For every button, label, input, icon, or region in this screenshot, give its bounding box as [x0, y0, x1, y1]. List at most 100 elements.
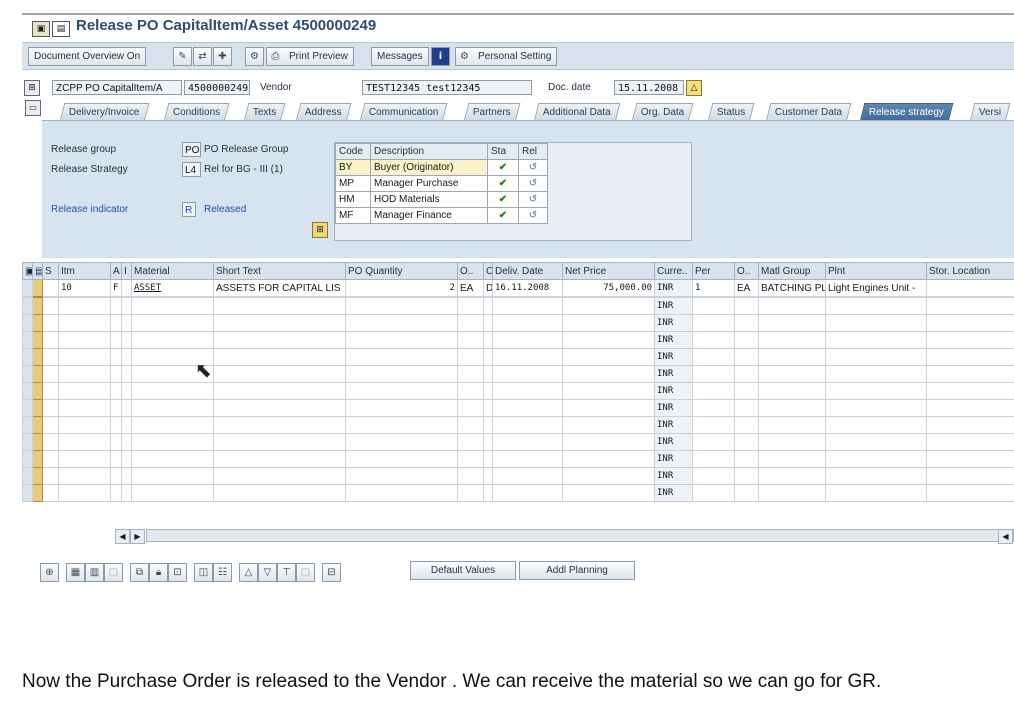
sap-menu-icon[interactable]: ▣: [32, 21, 50, 37]
layout-icon[interactable]: ⊟: [322, 563, 341, 582]
table-row[interactable]: INR: [22, 416, 1014, 434]
unlock-icon[interactable]: ⊡: [168, 563, 187, 582]
row-selector[interactable]: [32, 382, 43, 400]
filter-icon[interactable]: ▽: [258, 563, 277, 582]
table-row[interactable]: INR: [22, 331, 1014, 349]
release-strategy-code[interactable]: L4: [182, 162, 201, 177]
personal-setting-icon[interactable]: ⚙: [455, 47, 474, 66]
table-row[interactable]: INR: [22, 348, 1014, 366]
col-c[interactable]: C: [483, 262, 494, 280]
table-row[interactable]: INR: [22, 382, 1014, 400]
select-all-rows-icon[interactable]: ▦: [66, 563, 85, 582]
row-selector[interactable]: [32, 416, 43, 434]
vendor-field[interactable]: TEST12345 test12345: [362, 80, 532, 95]
row-selector[interactable]: [32, 348, 43, 366]
row-selector[interactable]: [32, 467, 43, 485]
row-selector[interactable]: [32, 484, 43, 502]
deliv-date-cell[interactable]: 16.11.2008: [492, 279, 564, 297]
row-selector[interactable]: [32, 331, 43, 349]
col-short-text[interactable]: Short Text: [213, 262, 347, 280]
col-order-unit-2[interactable]: O..: [734, 262, 760, 280]
col-description[interactable]: Description: [370, 143, 488, 160]
lock-icon[interactable]: 🔒︎: [149, 563, 168, 582]
col-matl-group[interactable]: Matl Group: [758, 262, 827, 280]
split-icon[interactable]: ◫: [194, 563, 213, 582]
col-per[interactable]: Per: [692, 262, 736, 280]
table-row[interactable]: INR: [22, 484, 1014, 502]
release-icon[interactable]: ↺: [518, 207, 548, 224]
default-values-button[interactable]: Default Values: [410, 561, 516, 580]
quantity-cell[interactable]: 2: [345, 279, 459, 297]
scroll-left-icon[interactable]: ◀: [115, 529, 130, 544]
release-detail-icon[interactable]: ⊞: [312, 222, 328, 238]
col-order-unit[interactable]: O..: [457, 262, 485, 280]
sort-ascending-icon[interactable]: △: [239, 563, 258, 582]
row-selector[interactable]: [32, 399, 43, 417]
col-plant[interactable]: Plnt: [825, 262, 928, 280]
col-a[interactable]: A: [110, 262, 123, 280]
table-row[interactable]: INR: [22, 297, 1014, 315]
info-icon[interactable]: i: [431, 47, 450, 66]
column-config-icon[interactable]: ▤: [32, 262, 43, 280]
item-details-icon[interactable]: ⊕: [40, 563, 59, 582]
select-all-icon[interactable]: ▣: [22, 262, 33, 280]
net-price-cell[interactable]: 75,000.00: [562, 279, 656, 297]
create-icon[interactable]: ✚: [213, 47, 232, 66]
matl-group-cell[interactable]: BATCHING PL: [758, 279, 827, 297]
addl-planning-button[interactable]: Addl Planning: [519, 561, 635, 580]
scroll-end-icon[interactable]: ◀: [998, 529, 1013, 544]
other-document-icon[interactable]: ⇄: [193, 47, 212, 66]
table-row[interactable]: INR: [22, 365, 1014, 383]
stor-location-cell[interactable]: [926, 279, 1014, 297]
deselect-rows-icon[interactable]: ▥: [85, 563, 104, 582]
col-i[interactable]: I: [121, 262, 133, 280]
doc-date-field[interactable]: 15.11.2008: [614, 80, 684, 95]
messages-button[interactable]: Messages: [371, 47, 429, 66]
horizontal-scrollbar[interactable]: [146, 529, 1014, 542]
col-deliv-date[interactable]: Deliv. Date: [492, 262, 564, 280]
release-icon[interactable]: ↺: [518, 159, 548, 176]
grid-layout-icon[interactable]: ☷: [213, 563, 232, 582]
col-po-quantity[interactable]: PO Quantity: [345, 262, 459, 280]
per-cell[interactable]: 1: [692, 279, 736, 297]
delete-row-icon[interactable]: ▢: [104, 563, 123, 582]
release-icon[interactable]: ↺: [518, 191, 548, 208]
release-indicator-code[interactable]: R: [182, 202, 196, 217]
warning-icon[interactable]: △: [686, 80, 702, 96]
row-selector[interactable]: [32, 314, 43, 332]
date-category-cell[interactable]: D: [483, 279, 494, 297]
order-unit-cell[interactable]: EA: [457, 279, 485, 297]
scroll-right-icon[interactable]: ▶: [130, 529, 145, 544]
col-code[interactable]: Code: [335, 143, 371, 160]
table-row[interactable]: INR: [22, 450, 1014, 468]
table-row[interactable]: 10 F ASSET ASSETS FOR CAPITAL LIS 2 EA D…: [22, 279, 1014, 297]
header-collapse-icon[interactable]: ▭: [25, 100, 41, 116]
table-row[interactable]: INR: [22, 314, 1014, 332]
material-cell[interactable]: ASSET: [131, 279, 215, 297]
sort-descending-icon[interactable]: ⊤: [277, 563, 296, 582]
table-row[interactable]: INR: [22, 399, 1014, 417]
row-selector[interactable]: [32, 365, 43, 383]
col-status[interactable]: Sta: [487, 143, 519, 160]
col-net-price[interactable]: Net Price: [562, 262, 656, 280]
col-itm[interactable]: Itm: [57, 262, 112, 280]
release-group-code[interactable]: PO: [182, 142, 201, 157]
plant-cell[interactable]: Light Engines Unit -: [825, 279, 928, 297]
change-display-icon[interactable]: ✎: [173, 47, 192, 66]
row-selector[interactable]: [32, 433, 43, 451]
personal-setting-button[interactable]: Personal Setting: [473, 47, 558, 66]
row-selector[interactable]: [32, 450, 43, 468]
col-material[interactable]: Material: [131, 262, 215, 280]
col-s[interactable]: S: [42, 262, 59, 280]
row-selector[interactable]: [32, 279, 43, 297]
release-icon[interactable]: ↺: [518, 175, 548, 192]
account-assignment[interactable]: F: [110, 279, 123, 297]
document-overview-button[interactable]: Document Overview On: [28, 47, 147, 66]
po-number-field[interactable]: 4500000249: [184, 80, 250, 95]
short-text-cell[interactable]: ASSETS FOR CAPITAL LIS: [213, 279, 347, 297]
col-stor-location[interactable]: Stor. Location: [926, 262, 1014, 280]
print-preview-icon[interactable]: ⎙: [266, 47, 285, 66]
doc-type-field[interactable]: ZCPP PO CapitalItem/A: [52, 80, 182, 95]
copy-icon[interactable]: ⧉: [130, 563, 149, 582]
print-preview-button[interactable]: Print Preview: [284, 47, 354, 66]
